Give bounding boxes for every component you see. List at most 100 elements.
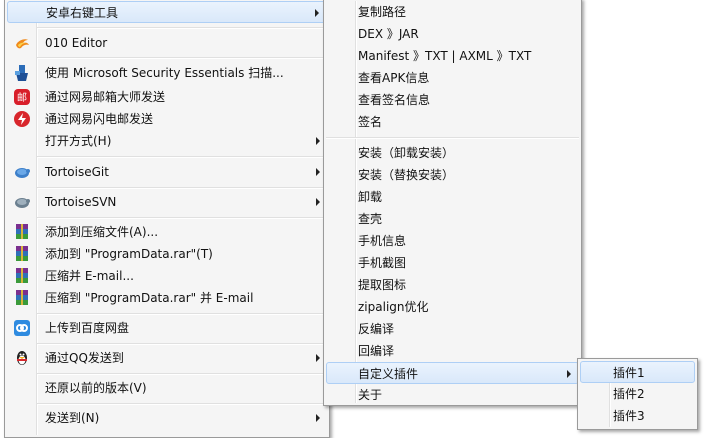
menu-item-label: 安装（卸载安装） bbox=[358, 146, 455, 160]
submenu-arrow-icon bbox=[316, 414, 320, 422]
menu-item-baidu-netdisk[interactable]: 上传到百度网盘 bbox=[7, 317, 327, 339]
menu-separator bbox=[37, 403, 327, 405]
winrar-icon bbox=[13, 223, 31, 241]
menu-item-label: 通过网易邮箱大师发送 bbox=[45, 90, 166, 104]
submenu-item-copy-path[interactable]: 复制路径 bbox=[326, 1, 579, 23]
menu-item-label: 添加到 "ProgramData.rar"(T) bbox=[45, 247, 213, 261]
tortoisegit-icon bbox=[13, 163, 31, 181]
menu-item-tortoisegit[interactable]: TortoiseGit bbox=[7, 161, 327, 183]
menu-item-label: 打开方式(H) bbox=[45, 134, 112, 148]
submenu-arrow-icon bbox=[316, 354, 320, 362]
menu-item-label: DEX 》JAR bbox=[358, 27, 419, 41]
menu-item-tortoisesvn[interactable]: TortoiseSVN bbox=[7, 191, 327, 213]
menu-item-label: 回编译 bbox=[358, 344, 395, 358]
menu-item-label: 手机截图 bbox=[358, 256, 407, 270]
menu-item-label: 通过网易闪电邮发送 bbox=[45, 112, 154, 126]
android-tools-submenu: 复制路径 DEX 》JAR Manifest 》TXT | AXML 》TXT … bbox=[323, 0, 582, 406]
menu-item-label: zipalign优化 bbox=[358, 300, 429, 314]
menu-item-label: 插件3 bbox=[613, 409, 645, 423]
submenu-item-manifest-to-txt[interactable]: Manifest 》TXT | AXML 》TXT bbox=[326, 45, 579, 67]
menu-item-label: TortoiseGit bbox=[45, 165, 109, 179]
menu-item-label: 010 Editor bbox=[45, 36, 108, 50]
menu-item-netease-mail-master[interactable]: 邮 通过网易邮箱大师发送 bbox=[7, 86, 327, 108]
menu-item-label: 添加到压缩文件(A)... bbox=[45, 225, 159, 239]
context-menu: 安卓右键工具 010 Editor 使用 Microsoft Security … bbox=[4, 0, 330, 438]
menu-separator bbox=[37, 27, 327, 29]
submenu-arrow-icon bbox=[316, 198, 320, 206]
menu-item-label: 插件2 bbox=[613, 387, 645, 401]
submenu-item-sign[interactable]: 签名 bbox=[326, 111, 579, 133]
svg-text:邮: 邮 bbox=[17, 91, 27, 104]
plugin-item-1[interactable]: 插件1 bbox=[580, 361, 695, 383]
flame-icon bbox=[13, 34, 31, 52]
submenu-item-install-uninstall[interactable]: 安装（卸载安装） bbox=[326, 142, 579, 164]
menu-item-open-with[interactable]: 打开方式(H) bbox=[7, 130, 327, 152]
menu-item-label: TortoiseSVN bbox=[45, 195, 117, 209]
menu-item-label: Manifest 》TXT | AXML 》TXT bbox=[358, 49, 532, 63]
menu-item-mse-scan[interactable]: 使用 Microsoft Security Essentials 扫描... bbox=[7, 62, 327, 84]
menu-item-label: 发送到(N) bbox=[45, 411, 100, 425]
submenu-item-about[interactable]: 关于 bbox=[326, 384, 579, 406]
menu-separator bbox=[37, 313, 327, 315]
menu-item-android-tools[interactable]: 安卓右键工具 bbox=[7, 1, 327, 23]
menu-item-label: 自定义插件 bbox=[358, 367, 419, 381]
submenu-arrow-icon bbox=[316, 168, 320, 176]
submenu-item-check-shell[interactable]: 查壳 bbox=[326, 208, 579, 230]
submenu-arrow-icon bbox=[316, 137, 320, 145]
menu-item-netease-flash-mail[interactable]: 通过网易闪电邮发送 bbox=[7, 108, 327, 130]
submenu-item-view-signature-info[interactable]: 查看签名信息 bbox=[326, 89, 579, 111]
menu-item-label: 压缩并 E-mail... bbox=[45, 269, 134, 283]
plugins-submenu: 插件1 插件2 插件3 bbox=[577, 358, 698, 430]
menu-item-label: 压缩到 "ProgramData.rar" 并 E-mail bbox=[45, 291, 254, 305]
menu-item-label: 还原以前的版本(V) bbox=[45, 381, 147, 395]
submenu-item-view-apk-info[interactable]: 查看APK信息 bbox=[326, 67, 579, 89]
menu-item-label: 复制路径 bbox=[358, 5, 407, 19]
menu-item-label: 反编译 bbox=[358, 322, 395, 336]
submenu-arrow-icon bbox=[567, 370, 571, 378]
menu-separator bbox=[37, 156, 327, 158]
winrar-icon bbox=[13, 289, 31, 307]
baidu-netdisk-icon bbox=[13, 319, 31, 337]
menu-item-compress-rar-and-email[interactable]: 压缩到 "ProgramData.rar" 并 E-mail bbox=[7, 287, 327, 309]
menu-item-label: 查壳 bbox=[358, 212, 383, 226]
submenu-item-phone-screenshot[interactable]: 手机截图 bbox=[326, 252, 579, 274]
menu-item-label: 关于 bbox=[358, 388, 383, 402]
menu-separator bbox=[37, 217, 327, 219]
menu-item-label: 查看APK信息 bbox=[358, 71, 430, 85]
submenu-item-decompile[interactable]: 反编译 bbox=[326, 318, 579, 340]
tortoisesvn-icon bbox=[13, 193, 31, 211]
plugin-item-2[interactable]: 插件2 bbox=[580, 383, 695, 405]
menu-separator bbox=[37, 187, 327, 189]
menu-item-compress-and-email[interactable]: 压缩并 E-mail... bbox=[7, 265, 327, 287]
menu-separator bbox=[326, 137, 579, 139]
menu-separator bbox=[37, 373, 327, 375]
menu-item-label: 签名 bbox=[358, 115, 383, 129]
plugin-item-3[interactable]: 插件3 bbox=[580, 405, 695, 427]
menu-item-label: 插件1 bbox=[613, 366, 645, 380]
winrar-icon bbox=[13, 245, 31, 263]
submenu-item-zipalign[interactable]: zipalign优化 bbox=[326, 296, 579, 318]
submenu-item-dex-to-jar[interactable]: DEX 》JAR bbox=[326, 23, 579, 45]
menu-item-label: 卸载 bbox=[358, 190, 383, 204]
menu-separator bbox=[37, 57, 327, 59]
menu-separator bbox=[37, 343, 327, 345]
submenu-item-uninstall[interactable]: 卸载 bbox=[326, 186, 579, 208]
submenu-item-custom-plugins[interactable]: 自定义插件 bbox=[326, 362, 579, 384]
submenu-arrow-icon bbox=[315, 9, 319, 17]
menu-item-label: 通过QQ发送到 bbox=[45, 351, 124, 365]
submenu-item-install-replace[interactable]: 安装（替换安装） bbox=[326, 164, 579, 186]
menu-item-restore-previous-versions[interactable]: 还原以前的版本(V) bbox=[7, 377, 327, 399]
menu-item-add-to-rar[interactable]: 添加到 "ProgramData.rar"(T) bbox=[7, 243, 327, 265]
menu-item-010-editor[interactable]: 010 Editor bbox=[7, 32, 327, 54]
menu-item-label: 使用 Microsoft Security Essentials 扫描... bbox=[45, 66, 284, 80]
menu-item-label: 安卓右键工具 bbox=[46, 6, 119, 20]
menu-item-label: 提取图标 bbox=[358, 278, 407, 292]
menu-item-add-to-archive[interactable]: 添加到压缩文件(A)... bbox=[7, 221, 327, 243]
menu-item-send-via-qq[interactable]: 通过QQ发送到 bbox=[7, 347, 327, 369]
submenu-item-extract-icon[interactable]: 提取图标 bbox=[326, 274, 579, 296]
menu-item-label: 手机信息 bbox=[358, 234, 407, 248]
netease-flash-mail-icon bbox=[13, 110, 31, 128]
submenu-item-recompile[interactable]: 回编译 bbox=[326, 340, 579, 362]
submenu-item-phone-info[interactable]: 手机信息 bbox=[326, 230, 579, 252]
menu-item-send-to[interactable]: 发送到(N) bbox=[7, 407, 327, 429]
